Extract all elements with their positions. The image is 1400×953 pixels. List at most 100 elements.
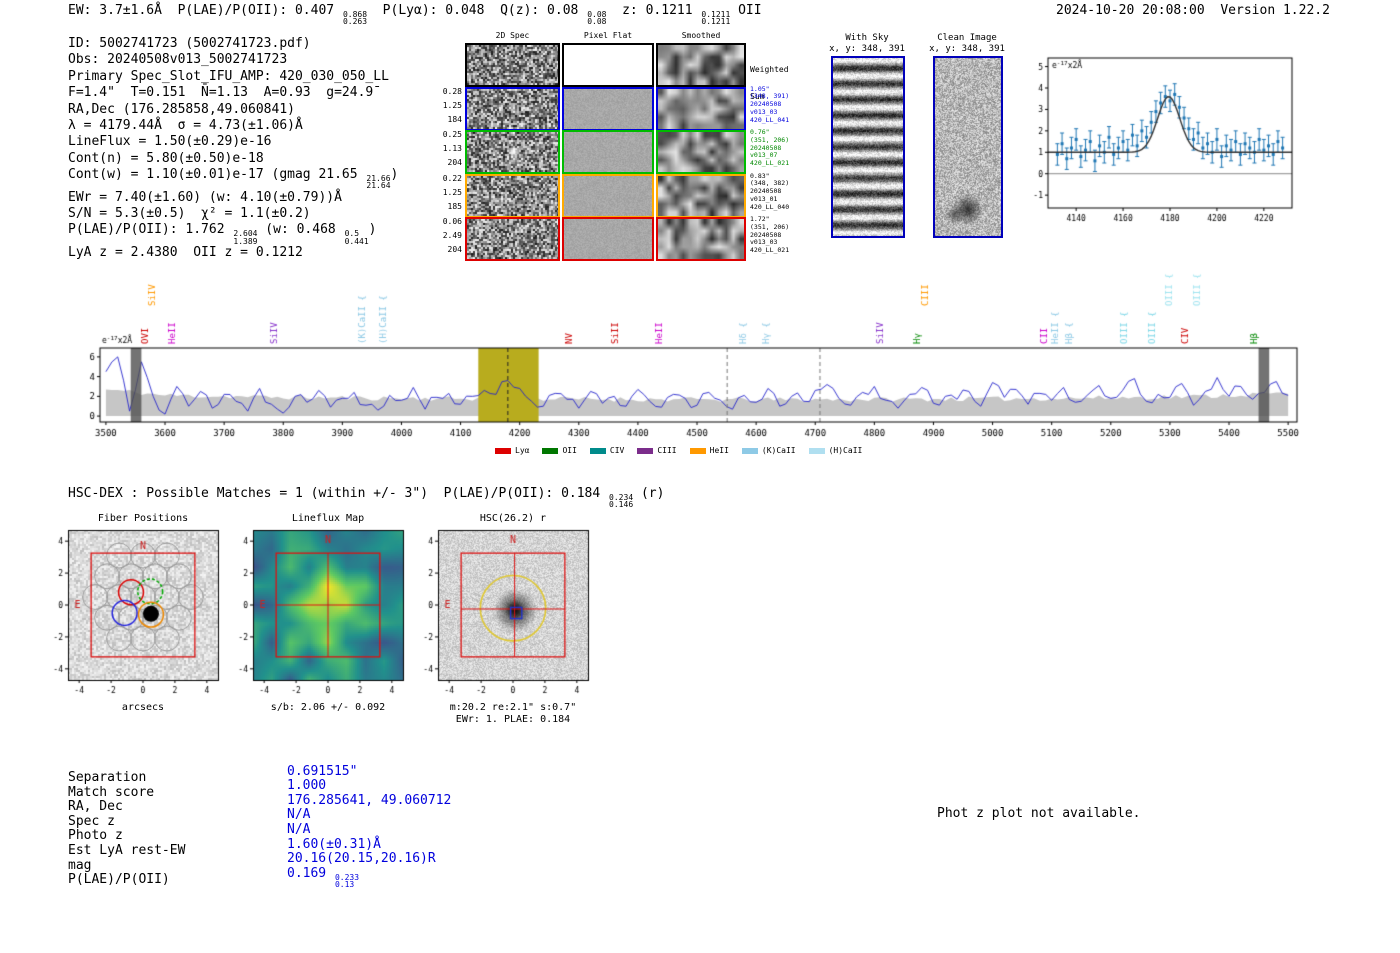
- stacked-fraction: 0.5 0.441: [345, 230, 369, 245]
- cutout-pixelflat-row0: [562, 43, 654, 87]
- cutout-col-header-smoothed: Smoothed: [681, 31, 721, 40]
- hsc-caption-1: m:20.2 re:2.1" s:0.7": [449, 702, 577, 713]
- stacked-fraction: 0.233 0.13: [334, 873, 359, 889]
- cutout-left-value: 0.28: [442, 86, 462, 96]
- legend-label: (K)CaII: [761, 446, 796, 455]
- header-timestamp: 2024-10-20 20:08:00 Version 1.22.2: [1056, 3, 1330, 18]
- hsc-image-panel: [404, 524, 604, 714]
- cutout-annotation: v013_03: [750, 107, 778, 116]
- info-line-3: F=1.4" T=0.151 N̄=1.13 A=0.9̄3 g=24.9̄: [68, 85, 374, 101]
- info-line-6: LineFlux = 1.50(±0.29)e-16: [68, 134, 272, 150]
- legend-item: CIV: [589, 446, 625, 455]
- info-line-10: S/N = 5.3(±0.5) χ² = 1.1(±0.2): [68, 206, 311, 222]
- cutout-2dspec-row1: [465, 86, 560, 131]
- report-page: EW: 3.7±1.6Å P(LAE)/P(OII): 0.407 0.868 0…: [0, 0, 1400, 953]
- legend-swatch: [689, 447, 706, 454]
- info-line-11: P(LAE)/P(OII): 1.762 2.604 1.389 (w: 0.46…: [68, 222, 377, 246]
- full-spectrum-chart: [78, 262, 1318, 467]
- legend-label: (H)CaII: [828, 446, 863, 455]
- cutout-left-value: 0.06: [442, 217, 462, 226]
- with-sky-image: [831, 56, 905, 238]
- legend-label: HeII: [709, 446, 729, 455]
- hsc-image-title: HSC(26.2) r: [479, 513, 547, 524]
- legend-item: (K)CaII: [741, 446, 796, 455]
- lineflux-caption: s/b: 2.06 +/- 0.092: [270, 702, 386, 713]
- fiber-positions-panel: [34, 524, 234, 714]
- fiber-positions-title: Fiber Positions: [97, 513, 189, 524]
- legend-item: OII: [542, 446, 577, 455]
- stacked-bottom: 0.146: [609, 500, 634, 510]
- cutout-left-value: 204: [447, 245, 462, 254]
- match-table: Separation 0.691515" Match score 1.000 RA, D…: [68, 764, 568, 910]
- legend-label: OII: [562, 446, 577, 455]
- stacked-bottom: 21.64: [366, 181, 391, 191]
- stacked-fraction: 0.1211 0.1211: [701, 10, 731, 27]
- cutout-left-value: 185: [447, 201, 462, 211]
- legend-swatch: [808, 447, 825, 454]
- stacked-bottom: 1.389: [233, 236, 258, 246]
- clean-image-title: Clean Image: [937, 33, 997, 43]
- cutout-annotation: 0.76": [750, 128, 770, 136]
- stacked-fraction: 0.234 0.146: [609, 493, 634, 510]
- line-fit-chart: [1022, 50, 1302, 238]
- info-line-4: RA,Dec (176.285858,49.060841): [68, 101, 295, 117]
- cutout-annotation: v013_01: [750, 194, 778, 203]
- cutout-annotation: (351, 206): [750, 222, 790, 231]
- cutout-left-value: 2.49: [442, 231, 462, 240]
- info-line-2: Primary Spec_Slot_IFU_AMP: 420_030_050_L…: [68, 68, 389, 84]
- cutout-left-value: 184: [447, 114, 462, 124]
- legend-swatch: [741, 447, 758, 454]
- stacked-fraction: 0.868 0.263: [342, 10, 368, 27]
- lineflux-map-title: Lineflux Map: [291, 513, 365, 524]
- photz-note: Phot z plot not available.: [937, 806, 1141, 821]
- stacked-bottom: 0.263: [342, 17, 368, 27]
- cutout-left-value: 1.13: [442, 144, 462, 153]
- spectrum-legend: Lyα OII CIV CIII HeII (K)CaII (H)CaII: [495, 446, 875, 455]
- info-line-8: Cont(w) = 1.10(±0.01)e-17 (gmag 21.65 21…: [68, 167, 399, 191]
- legend-swatch: [637, 447, 654, 454]
- legend-item: (H)CaII: [808, 446, 863, 455]
- cutout-smoothed-row3: [656, 173, 746, 218]
- legend-item: Lyα: [495, 446, 529, 455]
- cutout-pixelflat-row1: [562, 86, 654, 131]
- stacked-fraction: 2.604 1.389: [233, 230, 258, 246]
- cutout-col-header-2dspec: 2D Spec: [495, 31, 530, 40]
- lineflux-map-panel: [219, 524, 419, 714]
- legend-label: CIV: [609, 446, 625, 455]
- cutout-2dspec-row4: [465, 217, 560, 261]
- cutout-annotation: 1.72": [750, 215, 770, 223]
- cutout-smoothed-row4: [656, 217, 746, 261]
- cutout-col-header-pixelflat: Pixel Flat: [583, 31, 633, 40]
- header-summary: EW: 3.7±1.6Å P(LAE)/P(OII): 0.407 0.868 0…: [68, 3, 762, 27]
- with-sky-title: With Sky: [845, 33, 889, 43]
- hsc-caption-2: EWr: 1. PLAE: 0.184: [455, 714, 571, 725]
- cutout-2dspec-row0: [465, 43, 560, 87]
- clean-image-coords: x, y: 348, 391: [929, 44, 1005, 54]
- cutout-2dspec-row3: [465, 173, 560, 218]
- stacked-fraction: 21.66 21.64: [366, 175, 391, 191]
- legend-label: Lyα: [515, 446, 530, 455]
- legend-swatch: [589, 447, 606, 454]
- legend-swatch: [495, 447, 511, 454]
- cutout-annotation: 420_LL_021: [750, 159, 790, 168]
- cutout-pixelflat-row2: [562, 130, 654, 174]
- cutout-annotation: (351, 206): [750, 135, 790, 144]
- cutout-left-value: 204: [447, 158, 462, 167]
- cutout-2dspec-row2: [465, 130, 560, 174]
- legend-label: CIII: [657, 446, 677, 455]
- legend-item: CIII: [637, 446, 677, 455]
- info-line-5: λ = 4179.44Å σ = 4.73(±1.06)Å: [68, 118, 303, 134]
- info-line-9: EWr = 7.40(±1.60) (w: 4.10(±0.79))Å: [68, 189, 342, 205]
- with-sky-coords: x, y: 348, 391: [829, 44, 905, 54]
- stacked-fraction: 0.08 0.08: [587, 10, 607, 27]
- hsc-dex-header: HSC-DEX : Possible Matches = 1 (within +…: [68, 486, 665, 510]
- match-row-value: 176.285641, 49.060712: [287, 792, 452, 808]
- cutout-annotation: 420_LL_021: [750, 246, 790, 255]
- cutout-annotation: 420_LL_041: [750, 115, 790, 124]
- fiber-xlabel: arcsecs: [121, 702, 165, 713]
- stacked-bottom: 0.1211: [701, 17, 731, 27]
- cutout-annotation: 420_LL_040: [750, 202, 790, 211]
- stacked-bottom: 0.08: [587, 17, 607, 27]
- stacked-bottom: 0.13: [334, 879, 355, 889]
- cutout-left-value: 0.25: [442, 130, 462, 139]
